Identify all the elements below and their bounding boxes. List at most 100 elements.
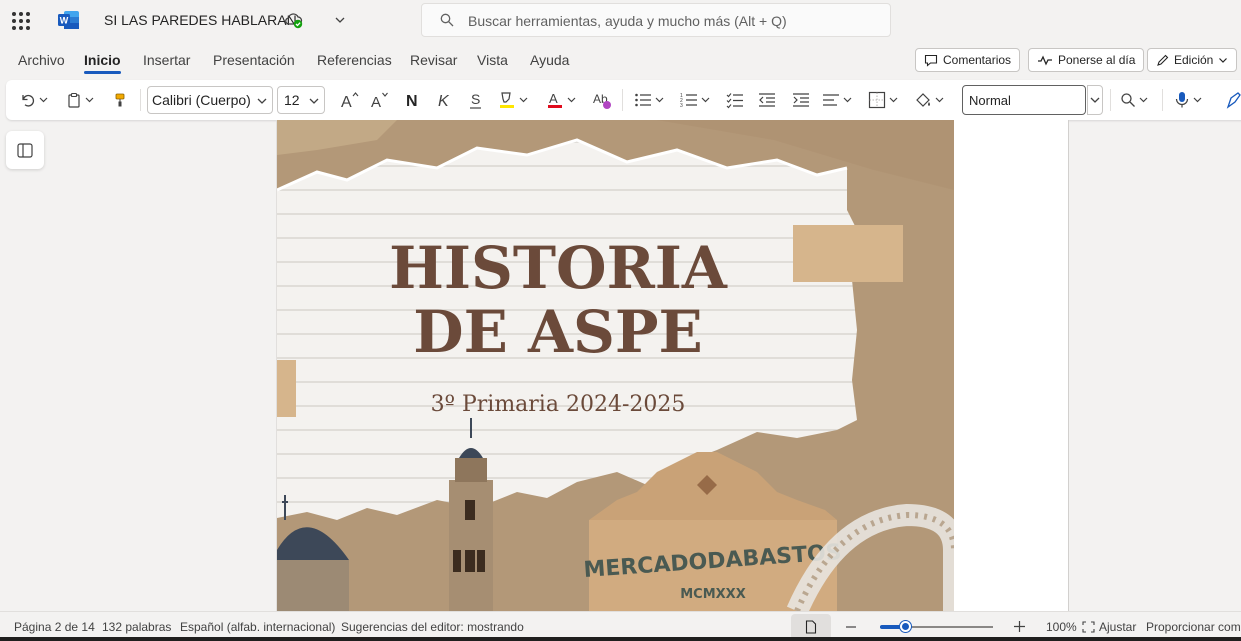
search-icon — [1121, 93, 1135, 107]
chevron-down-icon — [889, 97, 898, 103]
svg-text:W: W — [60, 16, 69, 26]
pulse-icon — [1038, 55, 1052, 66]
cloud-saved-icon — [285, 13, 303, 29]
comment-icon — [924, 54, 938, 67]
svg-text:3: 3 — [680, 103, 683, 108]
tab-presentacion[interactable]: Presentación — [213, 52, 295, 68]
editor-icon[interactable] — [1226, 88, 1241, 112]
navigation-pane-icon — [17, 143, 33, 158]
editor-suggestions-status[interactable]: Sugerencias del editor: mostrando — [341, 620, 524, 634]
font-color-button[interactable]: A — [546, 88, 578, 112]
editing-mode-button[interactable]: Edición — [1147, 48, 1238, 72]
zoom-slider-thumb[interactable] — [899, 621, 911, 632]
dictate-button[interactable] — [1174, 88, 1204, 112]
chevron-down-icon — [843, 97, 852, 103]
zoom-out-icon[interactable] — [845, 621, 857, 633]
format-painter-button[interactable] — [112, 88, 128, 112]
cover-title-line2: DE ASPE — [413, 298, 702, 366]
ribbon-divider — [622, 89, 623, 111]
home-ribbon: Calibri (Cuerpo) 12 A A N K S A Ab 123 N… — [6, 80, 1241, 120]
checklist-icon[interactable] — [726, 88, 744, 112]
microphone-icon — [1175, 92, 1189, 108]
chevron-down-icon — [1139, 97, 1148, 103]
comments-button[interactable]: Comentarios — [915, 48, 1021, 72]
catch-up-button[interactable]: Ponerse al día — [1028, 48, 1145, 72]
clipboard-icon — [68, 92, 80, 108]
italic-icon[interactable]: K — [436, 88, 452, 112]
document-page[interactable]: HISTORIA DE ASPE 3º Primaria 2024-2025 M… — [276, 120, 1069, 611]
shrink-font-icon[interactable]: A — [370, 88, 390, 112]
cover-subtitle: 3º Primaria 2024-2025 — [431, 392, 686, 417]
grow-font-icon[interactable]: A — [340, 88, 360, 112]
bullets-button[interactable] — [634, 88, 666, 112]
alignment-button[interactable] — [822, 88, 854, 112]
tab-referencias[interactable]: Referencias — [317, 52, 392, 68]
zoom-in-icon[interactable] — [1013, 620, 1026, 633]
navigation-pane-button[interactable] — [6, 131, 44, 169]
chevron-down-icon[interactable] — [334, 14, 346, 26]
tab-revisar[interactable]: Revisar — [410, 52, 457, 68]
clear-formatting-icon[interactable]: Ab — [592, 88, 612, 112]
comments-label: Comentarios — [943, 53, 1012, 67]
title-bar: W SI LAS PAREDES HABLARAN Buscar herrami… — [0, 0, 1241, 42]
borders-icon — [868, 91, 886, 109]
fit-page-icon — [1082, 621, 1095, 633]
decrease-indent-icon[interactable] — [758, 88, 776, 112]
chevron-down-icon — [519, 97, 528, 103]
paint-bucket-icon — [916, 93, 930, 107]
chevron-down-icon — [1219, 58, 1228, 63]
word-logo-icon: W — [58, 11, 79, 29]
taskbar-edge — [0, 637, 1241, 641]
chevron-down-icon — [935, 97, 944, 103]
font-name-value: Calibri (Cuerpo) — [152, 92, 251, 108]
font-size-dropdown[interactable]: 12 — [277, 86, 325, 114]
paste-button[interactable] — [66, 88, 96, 112]
chevron-down-icon — [655, 97, 664, 103]
find-button[interactable] — [1120, 88, 1150, 112]
chevron-down-icon — [567, 97, 576, 103]
document-title[interactable]: SI LAS PAREDES HABLARAN — [104, 12, 297, 28]
chevron-down-icon — [39, 97, 48, 103]
style-dropdown-button[interactable] — [1087, 85, 1103, 115]
cover-illustration: HISTORIA DE ASPE 3º Primaria 2024-2025 M… — [277, 120, 954, 611]
numbering-button[interactable]: 123 — [680, 88, 712, 112]
underline-icon[interactable]: S — [468, 88, 484, 112]
chevron-down-icon — [701, 97, 710, 103]
highlighter-icon — [500, 92, 514, 108]
numbered-list-icon: 123 — [680, 93, 697, 108]
chevron-down-icon — [257, 98, 267, 104]
style-value: Normal — [969, 93, 1011, 108]
undo-button[interactable] — [20, 88, 50, 112]
style-input[interactable]: Normal — [962, 85, 1086, 115]
font-size-value: 12 — [284, 92, 300, 108]
tab-ayuda[interactable]: Ayuda — [530, 52, 569, 68]
bold-icon[interactable]: N — [404, 88, 420, 112]
highlight-button[interactable] — [498, 88, 530, 112]
tab-insertar[interactable]: Insertar — [143, 52, 190, 68]
search-input[interactable]: Buscar herramientas, ayuda y mucho más (… — [421, 3, 891, 37]
svg-text:K: K — [438, 93, 450, 110]
ribbon-divider — [1110, 89, 1111, 111]
zoom-level[interactable]: 100% — [1046, 620, 1077, 634]
market-sign-year: MCMXXX — [680, 587, 745, 602]
borders-button[interactable] — [868, 88, 900, 112]
svg-text:A: A — [371, 94, 381, 111]
chevron-down-icon — [309, 98, 319, 104]
word-count[interactable]: 132 palabras — [102, 620, 171, 634]
language-status[interactable]: Español (alfab. internacional) — [180, 620, 335, 634]
cover-image: HISTORIA DE ASPE 3º Primaria 2024-2025 M… — [277, 120, 954, 611]
tab-inicio[interactable]: Inicio — [84, 52, 121, 74]
tab-archivo[interactable]: Archivo — [18, 52, 65, 68]
font-name-dropdown[interactable]: Calibri (Cuerpo) — [147, 86, 273, 114]
tab-vista[interactable]: Vista — [477, 52, 508, 68]
feedback-link[interactable]: Proporcionar com — [1146, 620, 1241, 634]
font-color-icon: A — [548, 91, 562, 108]
page-count[interactable]: Página 2 de 14 — [14, 620, 95, 634]
editing-label: Edición — [1174, 53, 1214, 67]
increase-indent-icon[interactable] — [792, 88, 810, 112]
ribbon-divider — [1162, 89, 1163, 111]
app-launcher-icon[interactable] — [12, 12, 30, 30]
bullet-list-icon — [635, 93, 651, 107]
fit-button[interactable]: Ajustar — [1099, 620, 1136, 634]
shading-button[interactable] — [914, 88, 946, 112]
